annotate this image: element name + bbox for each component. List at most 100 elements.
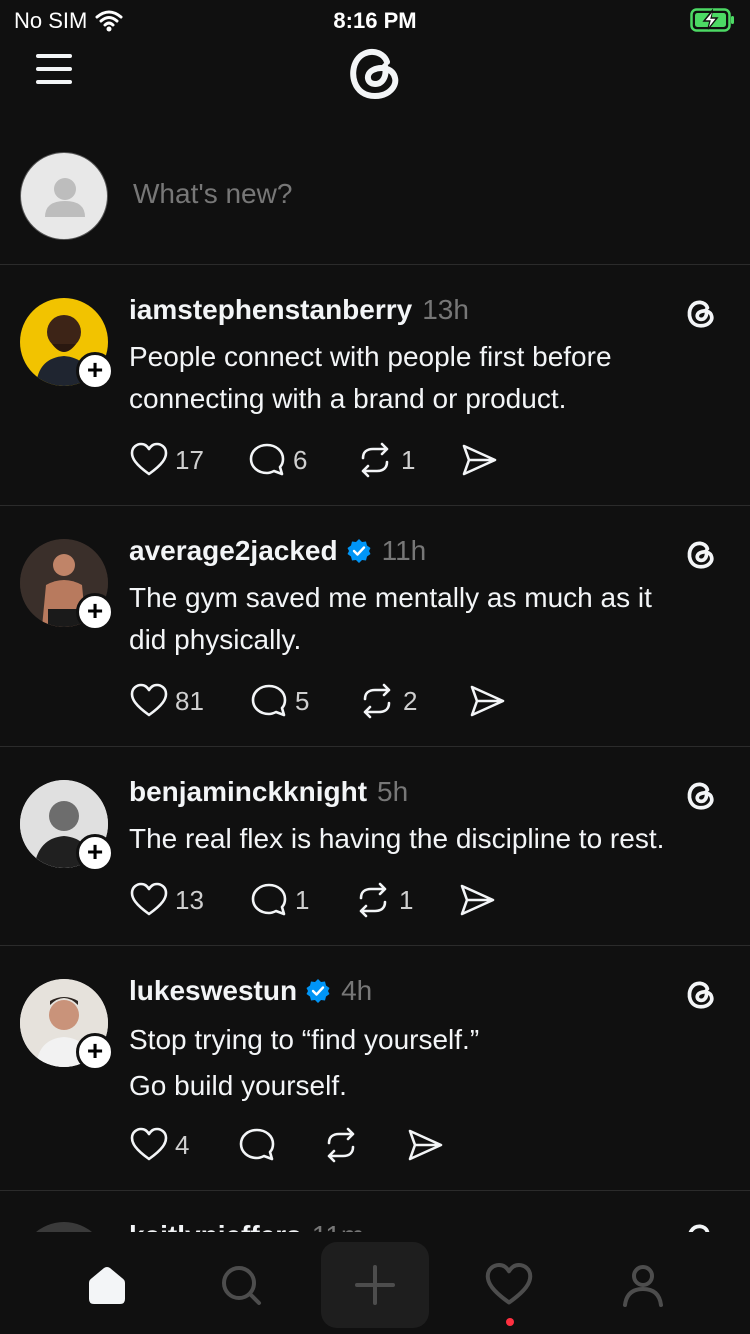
repost-count: 1	[401, 444, 416, 475]
reply-icon	[239, 1128, 275, 1161]
post-text: People connect with people first before …	[129, 341, 612, 414]
share-button[interactable]	[457, 880, 497, 920]
heart-icon	[485, 1263, 533, 1305]
username[interactable]: benjaminckknight	[129, 776, 367, 808]
repost-icon	[361, 442, 389, 478]
avatar[interactable]	[20, 1222, 108, 1232]
post-header: iamstephenstanberry 13h	[129, 294, 469, 326]
heart-icon	[130, 442, 168, 476]
post-actions: 17 6 1	[129, 440, 499, 480]
tab-create[interactable]	[321, 1242, 429, 1328]
like-button[interactable]: 17	[129, 440, 247, 480]
threads-logo-icon	[687, 981, 714, 1009]
repost-icon	[359, 882, 387, 918]
timestamp: 11h	[381, 535, 427, 566]
share-button[interactable]	[405, 1125, 445, 1165]
verified-badge-icon	[306, 979, 330, 1003]
threads-logo-icon	[687, 300, 714, 328]
follow-button[interactable]: +	[76, 1033, 114, 1071]
post[interactable]: + benjaminckknight 5h The real flex is h…	[0, 748, 750, 946]
reply-icon	[249, 443, 285, 476]
default-avatar-icon	[20, 152, 108, 240]
reply-icon	[251, 684, 287, 717]
post-partial[interactable]: kaitlynjeffers 11m	[0, 1192, 750, 1232]
post-header: kaitlynjeffers 11m	[129, 1220, 364, 1232]
notification-dot	[506, 1318, 514, 1326]
username[interactable]: kaitlynjeffers	[129, 1220, 302, 1232]
home-icon	[89, 1267, 125, 1304]
app-header	[0, 40, 750, 110]
follow-button[interactable]: +	[76, 593, 114, 631]
post[interactable]: + average2jacked 11h The gym saved me me…	[0, 507, 750, 747]
tab-activity[interactable]	[479, 1250, 539, 1320]
threads-logo-icon	[687, 782, 714, 810]
post-text: The gym saved me mentally as much as it …	[129, 582, 652, 655]
post-actions: 4	[129, 1125, 445, 1165]
battery-icon	[690, 8, 736, 38]
post-actions: 81 5 2	[129, 681, 507, 721]
threads-logo-icon	[687, 541, 714, 569]
post[interactable]: + iamstephenstanberry 13h People connect…	[0, 266, 750, 506]
like-button[interactable]: 81	[129, 681, 249, 721]
menu-icon[interactable]	[36, 54, 76, 86]
username[interactable]: lukeswestun	[129, 975, 297, 1007]
username[interactable]: average2jacked	[129, 535, 338, 567]
tab-search[interactable]	[211, 1250, 271, 1320]
composer[interactable]: What's new?	[0, 150, 750, 265]
reply-button[interactable]: 5	[249, 681, 357, 721]
threads-logo-icon	[688, 1224, 710, 1232]
plus-icon	[355, 1265, 395, 1305]
post-header: benjaminckknight 5h	[129, 776, 408, 808]
reply-count: 1	[295, 884, 310, 915]
repost-count: 2	[403, 685, 418, 716]
send-icon	[408, 1129, 443, 1161]
post-header: average2jacked 11h	[129, 535, 426, 567]
tab-bar	[0, 1236, 750, 1334]
post[interactable]: + lukeswestun 4h Stop trying to “find yo…	[0, 947, 750, 1191]
repost-button[interactable]	[321, 1125, 405, 1165]
send-icon	[462, 444, 497, 476]
like-button[interactable]: 13	[129, 880, 249, 920]
follow-button[interactable]: +	[76, 834, 114, 872]
repost-button[interactable]: 1	[353, 880, 457, 920]
like-count: 4	[175, 1129, 190, 1160]
send-icon	[460, 884, 495, 916]
repost-icon	[327, 1127, 355, 1163]
reply-icon	[251, 883, 287, 916]
like-button[interactable]: 4	[129, 1125, 237, 1165]
repost-button[interactable]: 2	[357, 681, 467, 721]
profile-icon	[623, 1265, 663, 1307]
clock: 8:16 PM	[333, 8, 417, 33]
tab-profile[interactable]	[613, 1250, 673, 1320]
share-button[interactable]	[459, 440, 499, 480]
repost-count: 1	[399, 884, 414, 915]
follow-button[interactable]: +	[76, 352, 114, 390]
compose-input[interactable]: What's new?	[133, 178, 292, 210]
status-bar: No SIM 8:16 PM	[0, 0, 750, 40]
post-actions: 13 1 1	[129, 880, 497, 920]
reply-button[interactable]: 6	[247, 440, 355, 480]
verified-badge-icon	[347, 539, 371, 563]
post-header: lukeswestun 4h	[129, 975, 372, 1007]
reply-button[interactable]: 1	[249, 880, 353, 920]
like-count: 81	[175, 685, 204, 716]
repost-button[interactable]: 1	[355, 440, 459, 480]
repost-icon	[363, 683, 391, 719]
send-icon	[470, 685, 505, 717]
reply-button[interactable]	[237, 1125, 321, 1165]
username[interactable]: iamstephenstanberry	[129, 294, 412, 326]
timestamp: 11m	[312, 1220, 364, 1232]
heart-icon	[130, 882, 168, 916]
threads-logo-icon[interactable]	[343, 40, 407, 104]
reply-count: 5	[295, 685, 310, 716]
like-count: 13	[175, 884, 204, 915]
reply-count: 6	[293, 444, 308, 475]
search-icon	[222, 1266, 261, 1305]
like-count: 17	[175, 444, 204, 475]
timestamp: 5h	[377, 776, 409, 807]
timestamp: 13h	[422, 294, 469, 325]
tab-home[interactable]	[77, 1250, 137, 1320]
heart-icon	[130, 683, 168, 717]
share-button[interactable]	[467, 681, 507, 721]
post-text: Stop trying to “find yourself.” Go build…	[129, 1024, 480, 1101]
